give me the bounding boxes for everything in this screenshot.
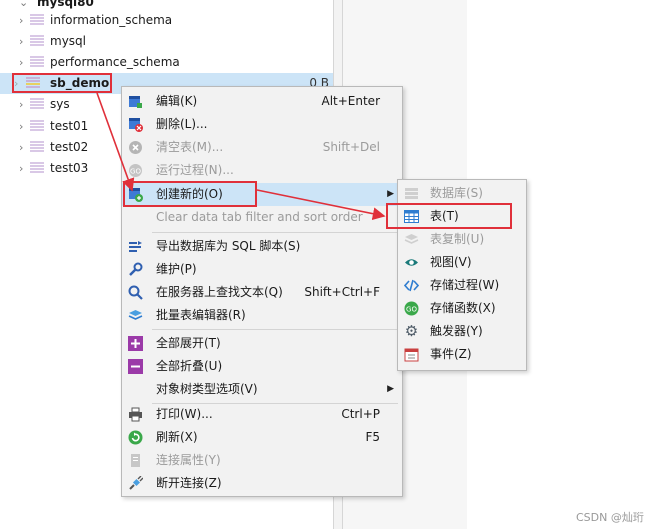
chevron-right-icon[interactable]: › [19,10,29,31]
run-procedure-icon: GO [128,163,143,178]
table-delete-icon [128,117,143,132]
database-icon [30,56,44,69]
tree-node-information-schema[interactable]: › information_schema [0,10,333,31]
export-icon [128,239,143,254]
menu-item-maintenance[interactable]: 维护(P) [122,258,402,281]
annotation-box-table [386,203,512,229]
tree-node-label: test03 [50,161,89,175]
menu-item-tree-type-options[interactable]: 对象树类型选项(V) ▶ [122,378,402,401]
chevron-right-icon[interactable]: › [19,94,29,115]
annotation-box-sb-demo [12,73,112,93]
tree-node-mysql[interactable]: › mysql [0,31,333,52]
menu-item-edit[interactable]: 编辑(K) Alt+Enter [122,90,402,113]
database-icon [30,141,44,154]
database-icon [30,98,44,111]
submenu-item-stored-function[interactable]: GO 存储函数(X) [398,297,526,320]
disconnect-icon [128,475,144,491]
menu-item-truncate[interactable]: 清空表(M)... Shift+Del [122,136,402,159]
submenu-item-database[interactable]: 数据库(S) [398,182,526,205]
svg-text:GO: GO [130,168,141,176]
wrench-icon [128,262,143,277]
chevron-right-icon[interactable]: › [19,52,29,73]
menu-item-batch-editor[interactable]: 批量表编辑器(R) [122,304,402,327]
submenu-item-stored-procedure[interactable]: 存储过程(W) [398,274,526,297]
tree-node-label: mysql [50,34,86,48]
connection-properties-icon [128,453,143,468]
menu-item-clear-filter[interactable]: Clear data tab filter and sort order [122,206,402,229]
expand-all-icon [128,336,143,351]
tree-node-label: test02 [50,140,89,154]
menu-item-connection-properties[interactable]: 连接属性(Y) [122,449,402,472]
menu-item-find-text[interactable]: 在服务器上查找文本(Q) Shift+Ctrl+F [122,281,402,304]
table-copy-icon [404,232,419,247]
chevron-right-icon[interactable]: › [19,31,29,52]
function-icon: GO [404,301,419,316]
gear-icon: ⚙ [404,322,419,340]
printer-icon [128,407,143,422]
chevron-right-icon[interactable]: › [19,137,29,158]
menu-item-refresh[interactable]: 刷新(X) F5 [122,426,402,449]
database-icon [404,186,419,201]
search-icon [128,285,143,300]
menu-item-collapse-all[interactable]: 全部折叠(U) [122,355,402,378]
database-icon [30,35,44,48]
watermark: CSDN @灿珩 [576,511,644,524]
calendar-icon [404,347,419,362]
menu-separator [152,329,398,330]
database-icon [30,162,44,175]
menu-item-delete[interactable]: 删除(L)... [122,113,402,136]
clear-icon [128,140,143,155]
database-icon [30,14,44,27]
code-icon [403,278,420,293]
menu-item-print[interactable]: 打印(W)... Ctrl+P [122,403,402,426]
database-icon [30,120,44,133]
refresh-icon [128,430,143,445]
table-edit-icon [128,94,143,109]
chevron-right-icon[interactable]: › [19,116,29,137]
menu-item-export-sql[interactable]: 导出数据库为 SQL 脚本(S) [122,235,402,258]
batch-editor-icon [128,308,143,323]
menu-item-disconnect[interactable]: 断开连接(Z) [122,472,402,495]
context-menu: 编辑(K) Alt+Enter 删除(L)... 清空表(M)... Shift… [121,86,403,497]
tree-node-label: test01 [50,119,89,133]
submenu-item-view[interactable]: 视图(V) [398,251,526,274]
eye-icon [404,255,419,270]
menu-item-run-procedure[interactable]: GO 运行过程(N)... [122,159,402,182]
collapse-all-icon [128,359,143,374]
submenu-arrow-icon: ▶ [387,384,394,394]
svg-text:GO: GO [406,306,417,314]
chevron-right-icon[interactable]: › [19,158,29,179]
menu-separator [152,232,398,233]
annotation-box-create-new [123,181,257,207]
submenu-item-event[interactable]: 事件(Z) [398,343,526,366]
tree-node-label: sys [50,97,70,111]
tree-node-performance-schema[interactable]: › performance_schema [0,52,333,73]
submenu-item-table-copy[interactable]: 表复制(U) [398,228,526,251]
tree-node-label: performance_schema [50,55,180,69]
menu-item-expand-all[interactable]: 全部展开(T) [122,332,402,355]
submenu-item-trigger[interactable]: ⚙ 触发器(Y) [398,320,526,343]
tree-node-label: information_schema [50,13,173,27]
